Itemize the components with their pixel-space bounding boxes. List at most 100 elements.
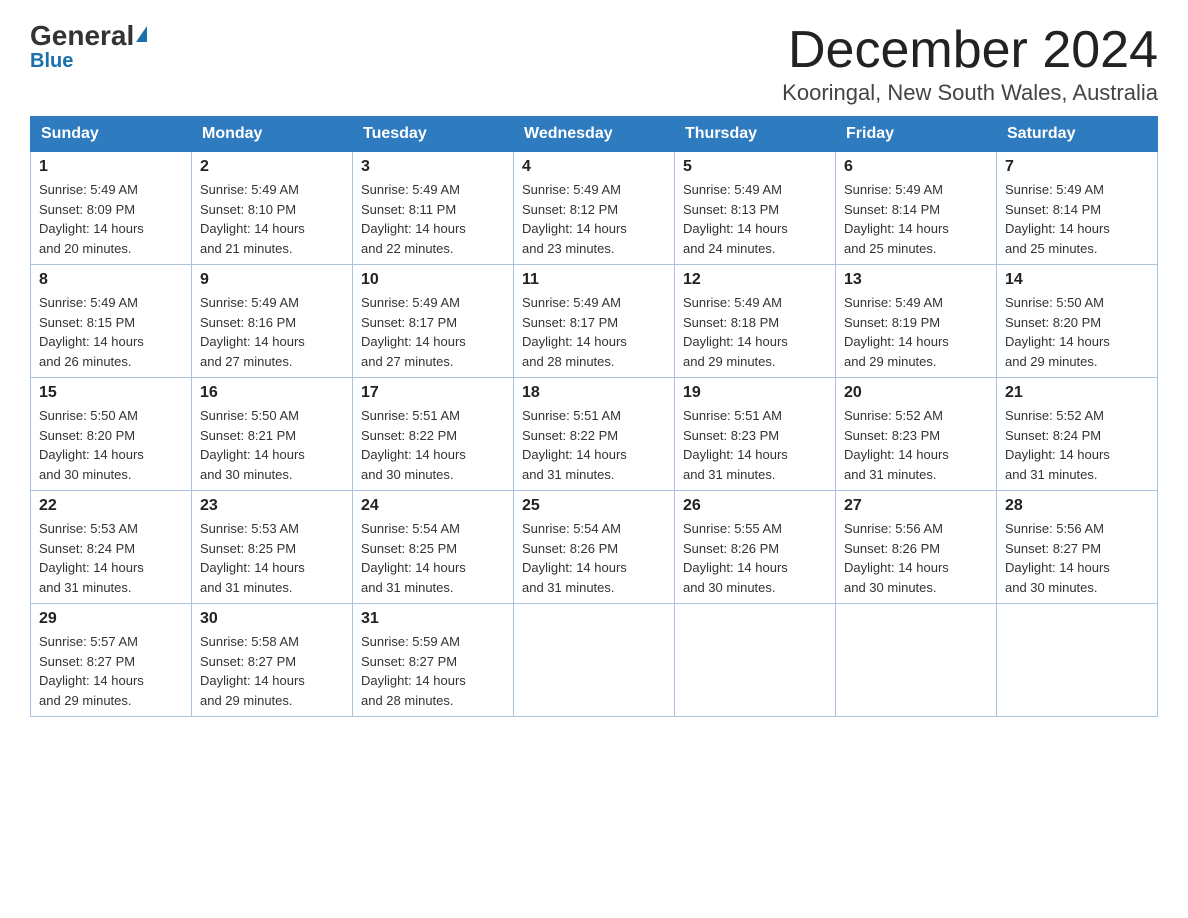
header-row: SundayMondayTuesdayWednesdayThursdayFrid… (31, 117, 1158, 152)
day-info: Sunrise: 5:49 AMSunset: 8:11 PMDaylight:… (361, 180, 505, 258)
day-cell-14: 14Sunrise: 5:50 AMSunset: 8:20 PMDayligh… (997, 265, 1158, 378)
empty-cell (675, 604, 836, 717)
day-number: 6 (844, 158, 988, 176)
header-day-monday: Monday (192, 117, 353, 152)
week-row-0: 1Sunrise: 5:49 AMSunset: 8:09 PMDaylight… (31, 152, 1158, 265)
header-day-saturday: Saturday (997, 117, 1158, 152)
day-number: 8 (39, 271, 183, 289)
day-number: 28 (1005, 497, 1149, 515)
day-info: Sunrise: 5:49 AMSunset: 8:19 PMDaylight:… (844, 293, 988, 371)
day-cell-22: 22Sunrise: 5:53 AMSunset: 8:24 PMDayligh… (31, 491, 192, 604)
day-number: 31 (361, 610, 505, 628)
day-cell-9: 9Sunrise: 5:49 AMSunset: 8:16 PMDaylight… (192, 265, 353, 378)
empty-cell (514, 604, 675, 717)
logo-general-text: General (30, 20, 134, 52)
day-info: Sunrise: 5:57 AMSunset: 8:27 PMDaylight:… (39, 632, 183, 710)
day-cell-27: 27 Sunrise: 5:56 AMSunset: 8:26 PMDayligh… (836, 491, 997, 604)
day-info: Sunrise: 5:49 AMSunset: 8:17 PMDaylight:… (361, 293, 505, 371)
day-cell-28: 28 Sunrise: 5:56 AMSunset: 8:27 PMDayligh… (997, 491, 1158, 604)
logo-arrow-icon (136, 26, 147, 42)
day-cell-30: 30 Sunrise: 5:58 AMSunset: 8:27 PMDayligh… (192, 604, 353, 717)
page-title: December 2024 (782, 20, 1158, 80)
day-info: Sunrise: 5:51 AMSunset: 8:23 PMDaylight:… (683, 406, 827, 484)
day-info: Sunrise: 5:51 AMSunset: 8:22 PMDaylight:… (361, 406, 505, 484)
day-number: 10 (361, 271, 505, 289)
day-cell-23: 23 Sunrise: 5:53 AMSunset: 8:25 PMDayligh… (192, 491, 353, 604)
day-cell-8: 8 Sunrise: 5:49 AMSunset: 8:15 PMDaylight… (31, 265, 192, 378)
day-number: 23 (200, 497, 344, 515)
day-number: 26 (683, 497, 827, 515)
day-info: Sunrise: 5:58 AMSunset: 8:27 PMDaylight:… (200, 632, 344, 710)
day-cell-29: 29 Sunrise: 5:57 AMSunset: 8:27 PMDayligh… (31, 604, 192, 717)
day-number: 20 (844, 384, 988, 402)
header-day-sunday: Sunday (31, 117, 192, 152)
day-info: Sunrise: 5:49 AMSunset: 8:15 PMDaylight:… (39, 293, 183, 371)
day-number: 4 (522, 158, 666, 176)
header-day-thursday: Thursday (675, 117, 836, 152)
day-number: 29 (39, 610, 183, 628)
day-cell-18: 18 Sunrise: 5:51 AMSunset: 8:22 PMDayligh… (514, 378, 675, 491)
day-cell-6: 6 Sunrise: 5:49 AMSunset: 8:14 PMDaylight… (836, 152, 997, 265)
day-cell-11: 11 Sunrise: 5:49 AMSunset: 8:17 PMDayligh… (514, 265, 675, 378)
day-cell-25: 25Sunrise: 5:54 AMSunset: 8:26 PMDayligh… (514, 491, 675, 604)
day-cell-5: 5 Sunrise: 5:49 AMSunset: 8:13 PMDaylight… (675, 152, 836, 265)
day-info: Sunrise: 5:49 AMSunset: 8:10 PMDaylight:… (200, 180, 344, 258)
header-day-wednesday: Wednesday (514, 117, 675, 152)
day-info: Sunrise: 5:50 AMSunset: 8:20 PMDaylight:… (39, 406, 183, 484)
day-number: 17 (361, 384, 505, 402)
day-number: 22 (39, 497, 183, 515)
day-cell-2: 2Sunrise: 5:49 AMSunset: 8:10 PMDaylight… (192, 152, 353, 265)
empty-cell (997, 604, 1158, 717)
day-cell-20: 20Sunrise: 5:52 AMSunset: 8:23 PMDayligh… (836, 378, 997, 491)
day-info: Sunrise: 5:59 AMSunset: 8:27 PMDaylight:… (361, 632, 505, 710)
day-number: 24 (361, 497, 505, 515)
day-info: Sunrise: 5:51 AMSunset: 8:22 PMDaylight:… (522, 406, 666, 484)
day-info: Sunrise: 5:49 AMSunset: 8:14 PMDaylight:… (1005, 180, 1149, 258)
day-info: Sunrise: 5:49 AMSunset: 8:09 PMDaylight:… (39, 180, 183, 258)
day-cell-15: 15 Sunrise: 5:50 AMSunset: 8:20 PMDayligh… (31, 378, 192, 491)
day-info: Sunrise: 5:55 AMSunset: 8:26 PMDaylight:… (683, 519, 827, 597)
day-info: Sunrise: 5:50 AMSunset: 8:20 PMDaylight:… (1005, 293, 1149, 371)
page-subtitle: Kooringal, New South Wales, Australia (782, 80, 1158, 106)
day-number: 21 (1005, 384, 1149, 402)
week-row-4: 29 Sunrise: 5:57 AMSunset: 8:27 PMDayligh… (31, 604, 1158, 717)
day-number: 15 (39, 384, 183, 402)
header-day-friday: Friday (836, 117, 997, 152)
day-cell-3: 3 Sunrise: 5:49 AMSunset: 8:11 PMDaylight… (353, 152, 514, 265)
logo: General Blue (30, 20, 147, 73)
calendar-header: SundayMondayTuesdayWednesdayThursdayFrid… (31, 117, 1158, 152)
day-cell-26: 26 Sunrise: 5:55 AMSunset: 8:26 PMDayligh… (675, 491, 836, 604)
day-number: 7 (1005, 158, 1149, 176)
day-cell-7: 7 Sunrise: 5:49 AMSunset: 8:14 PMDaylight… (997, 152, 1158, 265)
day-info: Sunrise: 5:56 AMSunset: 8:27 PMDaylight:… (1005, 519, 1149, 597)
calendar-table: SundayMondayTuesdayWednesdayThursdayFrid… (30, 116, 1158, 717)
day-info: Sunrise: 5:50 AMSunset: 8:21 PMDaylight:… (200, 406, 344, 484)
day-number: 11 (522, 271, 666, 289)
day-info: Sunrise: 5:49 AMSunset: 8:17 PMDaylight:… (522, 293, 666, 371)
day-cell-13: 13Sunrise: 5:49 AMSunset: 8:19 PMDayligh… (836, 265, 997, 378)
day-cell-10: 10 Sunrise: 5:49 AMSunset: 8:17 PMDayligh… (353, 265, 514, 378)
day-info: Sunrise: 5:53 AMSunset: 8:25 PMDaylight:… (200, 519, 344, 597)
day-number: 5 (683, 158, 827, 176)
calendar-body: 1Sunrise: 5:49 AMSunset: 8:09 PMDaylight… (31, 152, 1158, 717)
day-cell-17: 17 Sunrise: 5:51 AMSunset: 8:22 PMDayligh… (353, 378, 514, 491)
logo-blue-text: Blue (30, 50, 73, 73)
day-info: Sunrise: 5:56 AMSunset: 8:26 PMDaylight:… (844, 519, 988, 597)
day-number: 19 (683, 384, 827, 402)
day-info: Sunrise: 5:49 AMSunset: 8:12 PMDaylight:… (522, 180, 666, 258)
day-cell-12: 12 Sunrise: 5:49 AMSunset: 8:18 PMDayligh… (675, 265, 836, 378)
week-row-1: 8 Sunrise: 5:49 AMSunset: 8:15 PMDaylight… (31, 265, 1158, 378)
day-number: 27 (844, 497, 988, 515)
day-info: Sunrise: 5:49 AMSunset: 8:13 PMDaylight:… (683, 180, 827, 258)
day-number: 30 (200, 610, 344, 628)
day-number: 12 (683, 271, 827, 289)
day-number: 18 (522, 384, 666, 402)
day-info: Sunrise: 5:49 AMSunset: 8:14 PMDaylight:… (844, 180, 988, 258)
empty-cell (836, 604, 997, 717)
day-info: Sunrise: 5:54 AMSunset: 8:25 PMDaylight:… (361, 519, 505, 597)
day-info: Sunrise: 5:49 AMSunset: 8:18 PMDaylight:… (683, 293, 827, 371)
week-row-2: 15 Sunrise: 5:50 AMSunset: 8:20 PMDayligh… (31, 378, 1158, 491)
header-day-tuesday: Tuesday (353, 117, 514, 152)
day-number: 3 (361, 158, 505, 176)
day-info: Sunrise: 5:49 AMSunset: 8:16 PMDaylight:… (200, 293, 344, 371)
